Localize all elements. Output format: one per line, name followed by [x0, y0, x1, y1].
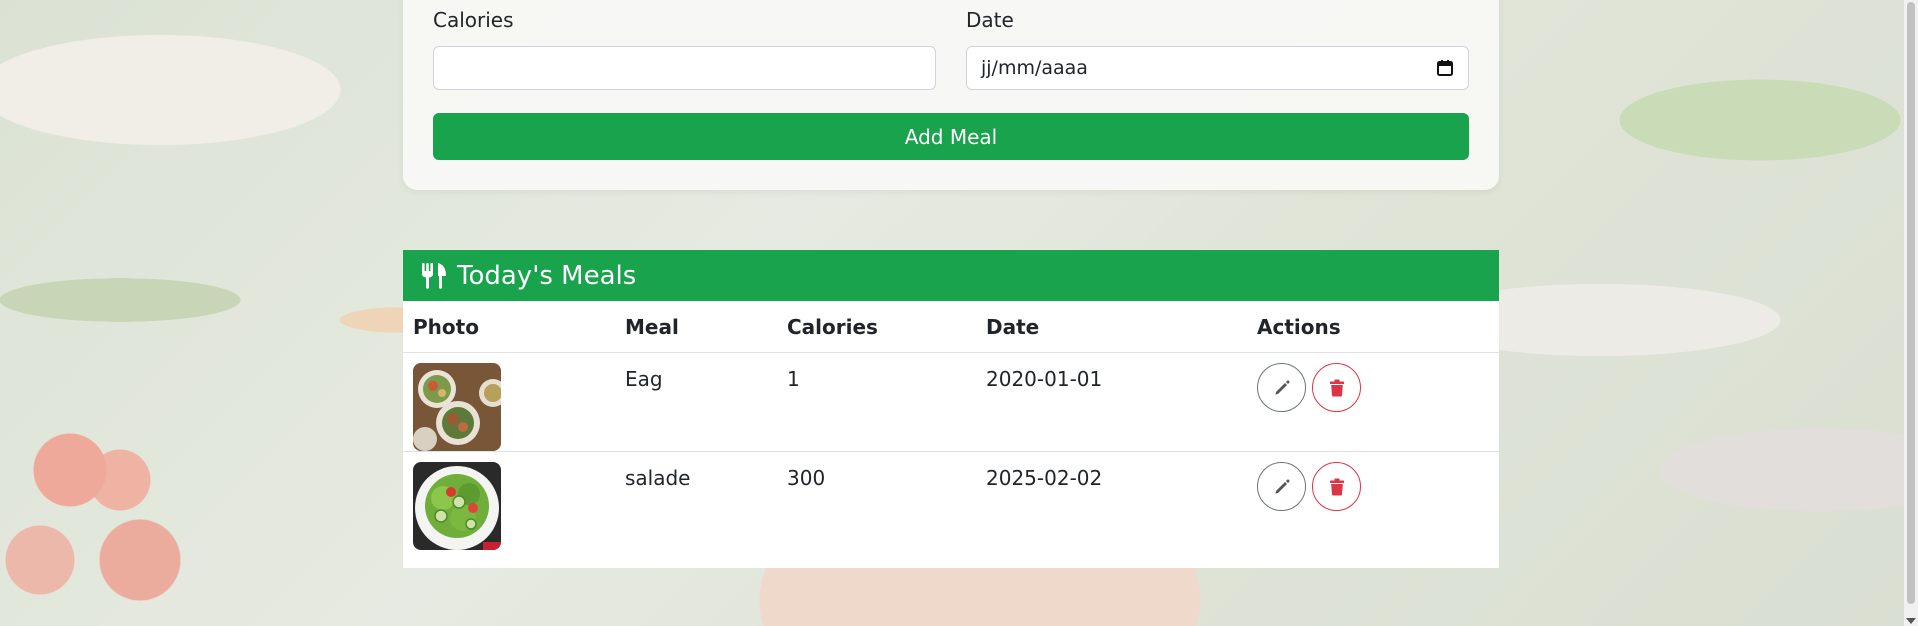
utensils-icon: [422, 262, 446, 289]
scrollbar-thumb[interactable]: [1907, 2, 1915, 604]
add-meal-form: Calories Date jj/mm/aaaa: [403, 0, 1499, 190]
meal-name-cell: salade: [625, 466, 691, 490]
meal-photo: [413, 462, 501, 550]
column-header-photo: Photo: [403, 301, 615, 353]
table-row: salade 300 2025-02-02: [403, 452, 1499, 551]
date-cell: 2020-01-01: [976, 352, 1247, 452]
meals-table: Photo Meal Calories Date Actions Eag 1 2…: [403, 301, 1499, 550]
date-input[interactable]: jj/mm/aaaa: [966, 46, 1469, 90]
trash-icon: [1329, 478, 1344, 495]
calories-cell: 1: [777, 352, 976, 452]
edit-button[interactable]: [1257, 363, 1306, 412]
delete-button[interactable]: [1312, 462, 1361, 511]
meal-photo: [413, 363, 501, 451]
calendar-icon[interactable]: [1436, 59, 1454, 77]
actions-cell: [1247, 352, 1499, 452]
column-header-actions: Actions: [1247, 301, 1499, 353]
actions-cell: [1247, 452, 1499, 551]
meals-header: Today's Meals: [403, 250, 1499, 301]
meals-card: Today's Meals Photo Meal Calories Date A…: [403, 250, 1499, 568]
date-input-placeholder: jj/mm/aaaa: [981, 57, 1088, 79]
pencil-icon: [1275, 379, 1290, 394]
edit-button[interactable]: [1257, 462, 1306, 511]
calories-cell: 300: [787, 466, 826, 490]
table-header-row: Photo Meal Calories Date Actions: [403, 301, 1499, 353]
date-label: Date: [966, 8, 1014, 32]
photo-cell: [403, 452, 615, 550]
delete-button[interactable]: [1312, 363, 1361, 412]
column-header-calories: Calories: [777, 301, 976, 353]
calories-label: Calories: [433, 8, 514, 32]
page-scrollbar[interactable]: [1904, 0, 1918, 626]
column-header-meal: Meal: [615, 301, 777, 353]
date-cell: 2025-02-02: [986, 466, 1103, 490]
scroll-down-arrow-icon[interactable]: [1906, 618, 1916, 624]
pencil-icon: [1275, 478, 1290, 493]
table-row: Eag 1 2020-01-01: [403, 352, 1499, 452]
add-meal-button[interactable]: Add Meal: [433, 113, 1469, 160]
meals-title: Today's Meals: [457, 260, 637, 291]
calories-input[interactable]: [433, 46, 936, 90]
trash-icon: [1329, 379, 1344, 396]
column-header-date: Date: [976, 301, 1247, 353]
photo-cell: [403, 352, 615, 452]
meal-name-cell: Eag: [615, 352, 777, 452]
